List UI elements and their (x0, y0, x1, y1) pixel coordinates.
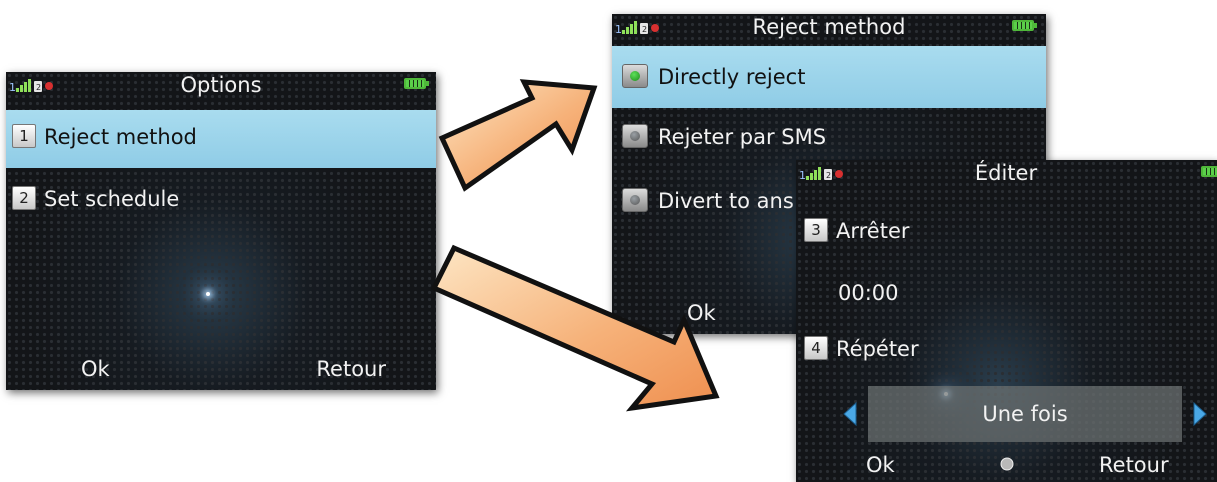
callout-arrow-upper-icon (430, 79, 720, 412)
callout-arrow-lower-icon (430, 244, 720, 412)
